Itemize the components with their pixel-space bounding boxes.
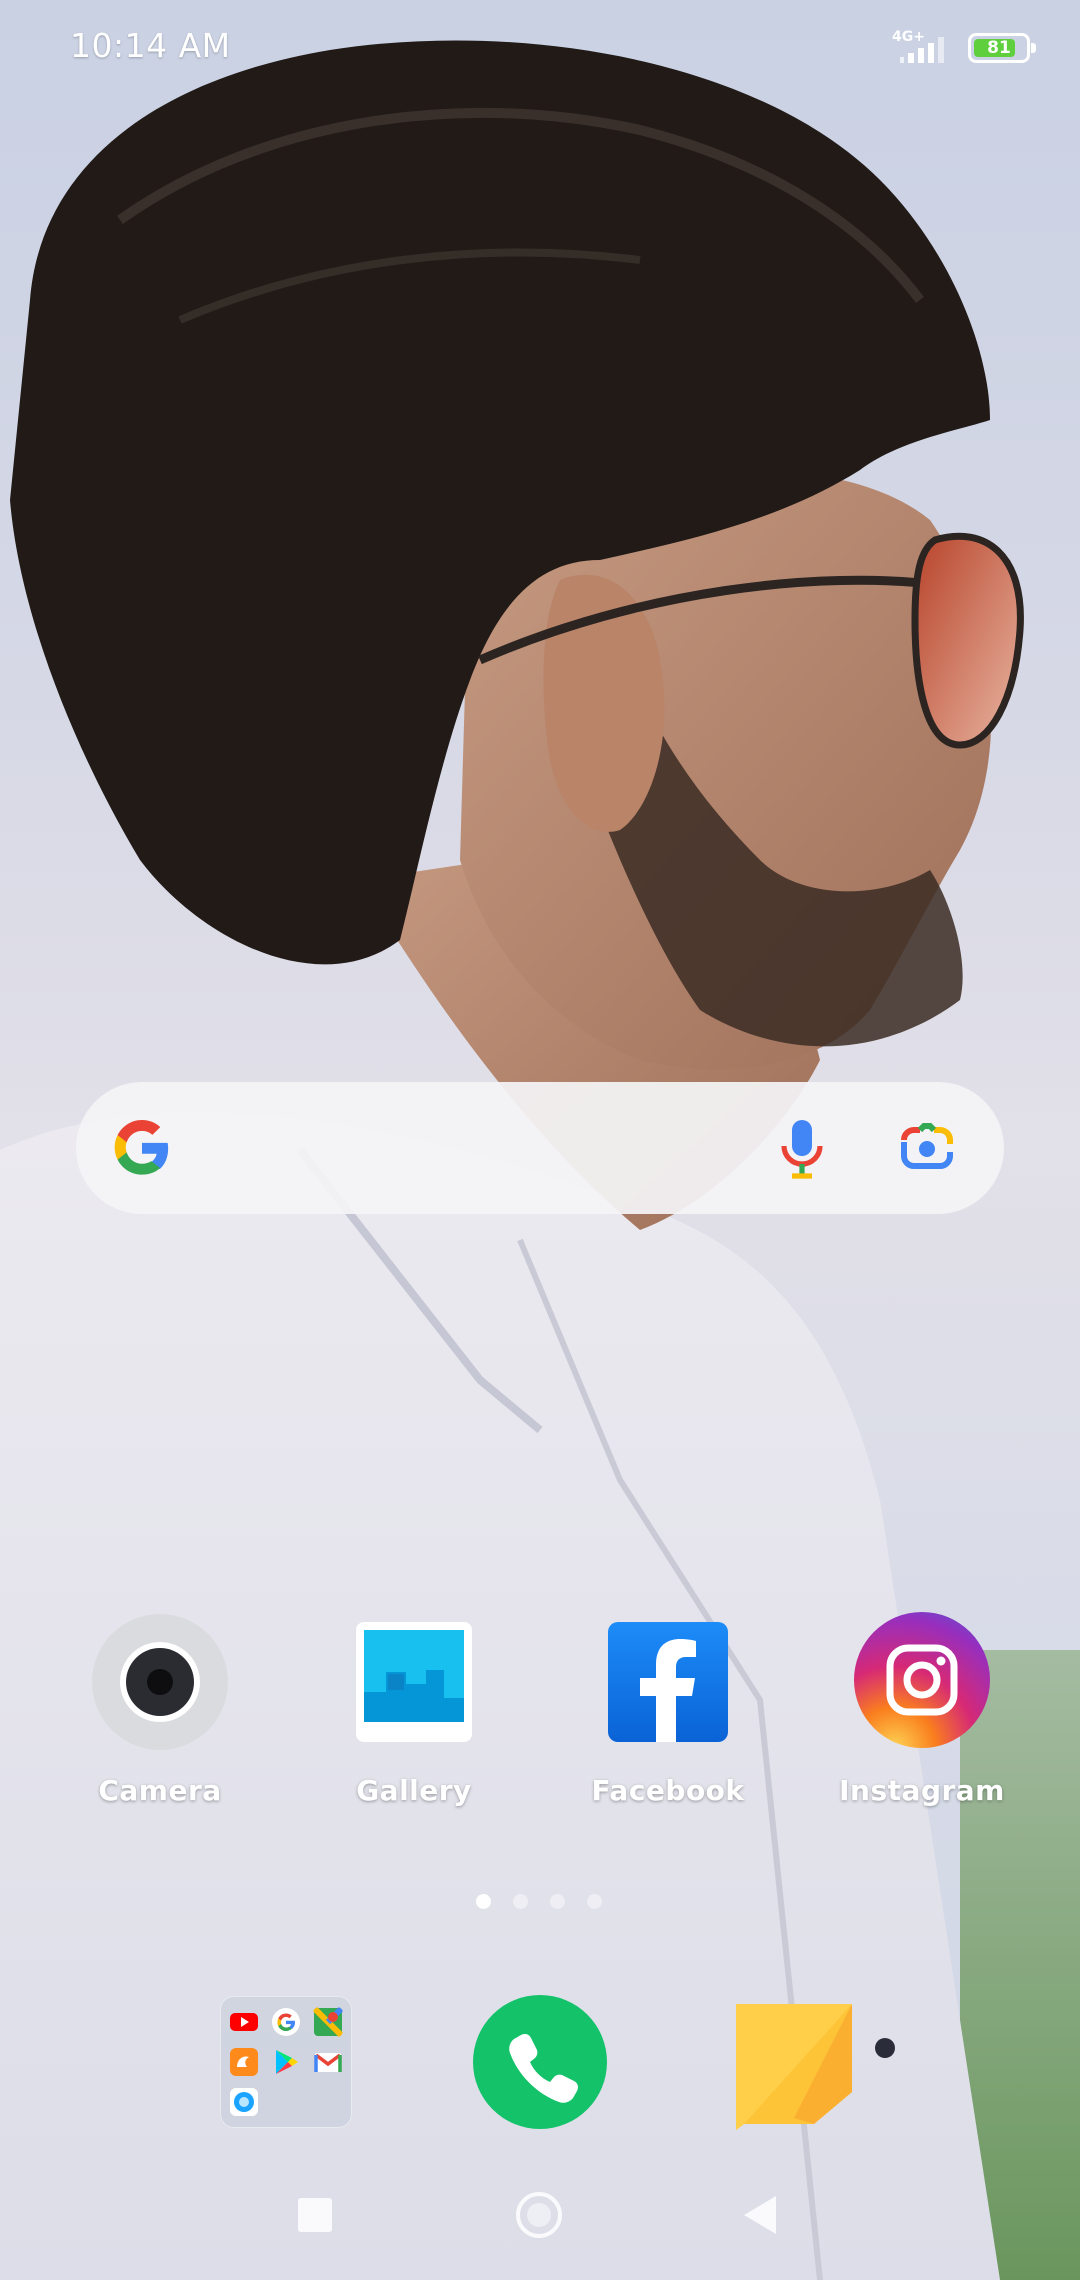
page-dot-2 xyxy=(513,1894,528,1909)
home-screen: 10:14 AM 4G+ 81 Camera Gallery Facebook … xyxy=(0,0,1080,2280)
app-gallery[interactable]: Gallery xyxy=(314,1612,514,1807)
notes-icon xyxy=(736,2004,852,2130)
cellular-signal-icon: 4G+ xyxy=(892,29,954,65)
status-time: 10:14 AM xyxy=(70,26,231,65)
app-label-facebook: Facebook xyxy=(591,1774,745,1807)
status-bar: 10:14 AM 4G+ 81 xyxy=(0,0,1080,100)
google-lens-icon[interactable] xyxy=(898,1122,956,1174)
home-button-inner xyxy=(527,2203,551,2227)
google-icon xyxy=(272,2008,300,2036)
battery-tip xyxy=(1031,43,1036,53)
page-indicator xyxy=(476,1894,602,1909)
youtube-icon xyxy=(230,2013,258,2031)
google-search-bar[interactable] xyxy=(76,1082,1004,1214)
google-g-icon xyxy=(114,1120,169,1175)
facebook-icon xyxy=(598,1612,738,1752)
battery-icon: 81 xyxy=(968,33,1036,63)
recents-button[interactable] xyxy=(298,2198,332,2232)
browser-icon xyxy=(230,2088,258,2116)
page-dot-1 xyxy=(476,1894,491,1909)
uc-browser-icon xyxy=(230,2048,258,2076)
home-button[interactable] xyxy=(516,2192,562,2238)
notes-button[interactable] xyxy=(734,2000,854,2130)
play-store-icon xyxy=(276,2050,298,2074)
camera-icon xyxy=(90,1612,230,1752)
maps-icon xyxy=(313,2007,343,2037)
app-folder[interactable] xyxy=(220,1996,352,2128)
status-icons: 4G+ 81 xyxy=(892,28,1036,68)
app-instagram[interactable]: Instagram xyxy=(822,1612,1022,1807)
gmail-icon xyxy=(314,2053,342,2072)
back-button[interactable] xyxy=(744,2196,776,2234)
app-facebook[interactable]: Facebook xyxy=(568,1612,768,1807)
phone-button[interactable] xyxy=(473,1995,607,2129)
app-camera[interactable]: Camera xyxy=(60,1612,260,1807)
page-dot-3 xyxy=(550,1894,565,1909)
phone-icon xyxy=(509,2034,578,2103)
instagram-icon xyxy=(852,1612,992,1752)
app-label-instagram: Instagram xyxy=(839,1774,1005,1807)
gallery-icon xyxy=(344,1612,484,1752)
microphone-icon[interactable] xyxy=(772,1116,832,1180)
page-dot-4 xyxy=(587,1894,602,1909)
app-label-gallery: Gallery xyxy=(356,1774,472,1807)
battery-percent: 81 xyxy=(987,38,1011,58)
app-label-camera: Camera xyxy=(98,1774,222,1807)
